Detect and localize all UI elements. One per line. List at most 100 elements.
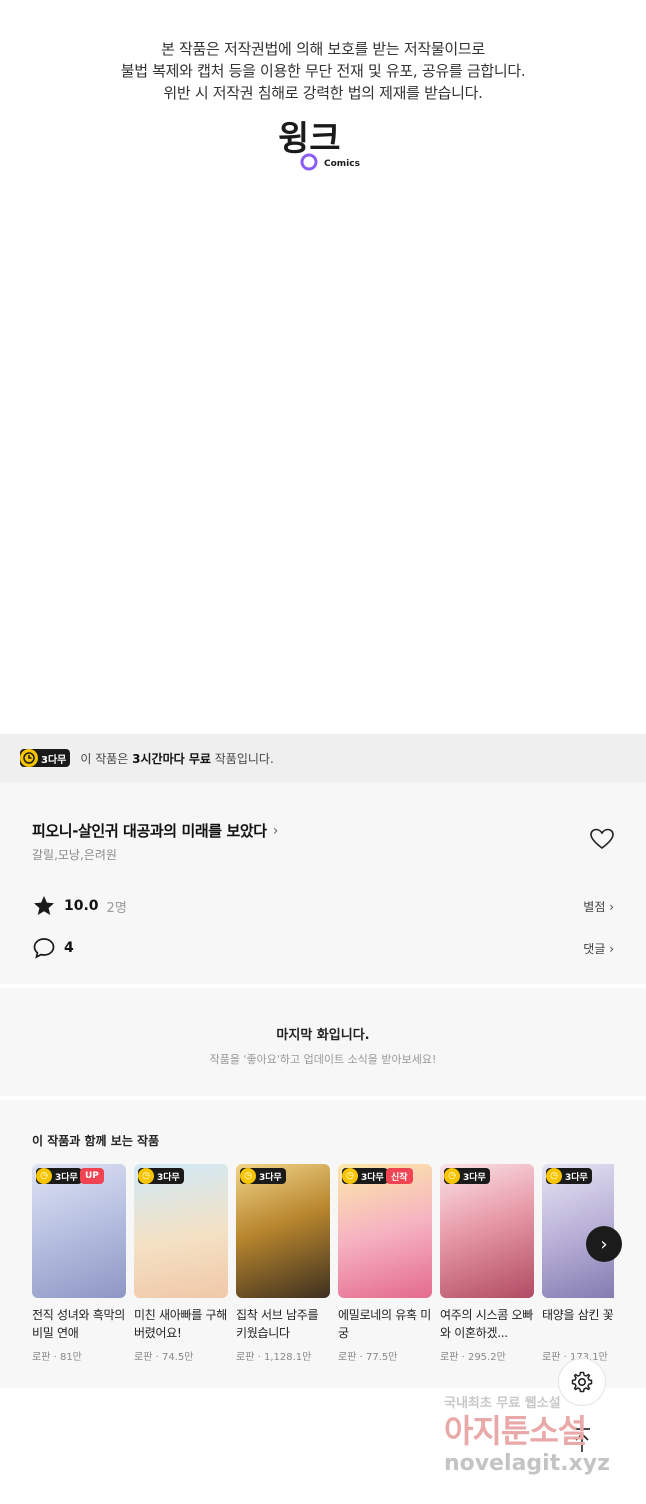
comments-count: 4 <box>64 940 74 956</box>
watermark-line-3: novelagit.xyz <box>444 1451 610 1476</box>
notice-line-3: 위반 시 저작권 침해로 강력한 법의 제재를 받습니다. <box>163 84 483 102</box>
banner-text-bold: 3시간마다 무료 <box>132 751 211 766</box>
card-views: 74.5만 <box>161 1352 194 1363</box>
rating-row: 10.0 2명 별점 › <box>32 893 614 919</box>
clock-icon <box>20 749 38 767</box>
card-meta: 로판 · 81만 <box>32 1352 82 1363</box>
heart-icon[interactable] <box>590 828 614 850</box>
card-genre: 로판 <box>32 1352 51 1363</box>
watermark-line-1: 국내최초 무료 웹소설 <box>444 1396 561 1411</box>
recommend-card[interactable]: ◷ 3다무 태양을 삼킨 꽃 로판 · 173.1만 <box>542 1164 614 1363</box>
card-genre: 로판 <box>134 1352 153 1363</box>
card-views: 1,128.1만 <box>263 1352 312 1363</box>
card-title: 미친 새아빠를 구해버렸어요! <box>134 1308 227 1340</box>
card-meta: 로판 · 1,128.1만 <box>236 1352 312 1363</box>
card-views: 77.5만 <box>365 1352 398 1363</box>
recommend-card[interactable]: ◷ 3다무 여주의 시스콤 오빠와 이혼하겠... 로판 · 295.2만 <box>440 1164 534 1363</box>
recommend-card[interactable]: ◷ 3다무 신작 에밀로네의 유혹 미궁 로판 · 77.5만 <box>338 1164 432 1363</box>
logo-main-text: 윙크 <box>278 119 341 159</box>
cover-image: ◷ 3다무 UP <box>32 1164 126 1298</box>
new-tag: 신작 <box>386 1168 413 1184</box>
work-title-link[interactable]: 피오니-살인귀 대공과의 미래를 보았다 › <box>32 820 278 841</box>
three-da-mu-badge: ◷ 3다무 <box>36 1168 82 1184</box>
badge-label: 3다무 <box>157 1172 180 1183</box>
recommend-card[interactable]: ◷ 3다무 미친 새아빠를 구해버렸어요! 로판 · 74.5만 <box>134 1164 228 1363</box>
work-authors: 갈릴,모낭,은려원 <box>32 848 117 862</box>
cover-image: ◷ 3다무 <box>134 1164 228 1298</box>
badge-label: 3다무 <box>41 754 67 766</box>
chevron-right-icon: › <box>600 1233 608 1255</box>
banner-text-post: 작품입니다. <box>210 751 274 766</box>
last-episode-sub: 작품을 '좋아요'하고 업데이트 소식을 받아보세요! <box>209 1053 437 1066</box>
three-da-mu-badge: ◷ 3다무 <box>138 1168 184 1184</box>
up-tag: UP <box>80 1168 104 1184</box>
clock-icon: ◷ <box>444 1168 460 1184</box>
cover-image: ◷ 3다무 신작 <box>338 1164 432 1298</box>
badge-label: 3다무 <box>565 1172 588 1183</box>
badge-label: 3다무 <box>55 1172 78 1183</box>
comments-row: 4 댓글 › <box>32 935 614 961</box>
recommend-list: ◷ 3다무 UP 전직 성녀와 흑막의 비밀 연애 로판 · 81만 ◷ 3다무 미… <box>32 1164 614 1374</box>
work-info: 피오니-살인귀 대공과의 미래를 보았다 › 갈릴,모낭,은려원 10.0 2명… <box>0 782 646 984</box>
card-title: 여주의 시스콤 오빠와 이혼하겠... <box>440 1308 533 1340</box>
rating-link[interactable]: 별점 › <box>583 898 614 915</box>
comment-icon <box>33 938 55 959</box>
cover-image: ◷ 3다무 <box>440 1164 534 1298</box>
recommend-card[interactable]: ◷ 3다무 집착 서브 남주를 키웠습니다 로판 · 1,128.1만 <box>236 1164 330 1363</box>
card-title: 전직 성녀와 흑막의 비밀 연애 <box>32 1308 125 1340</box>
last-episode-section: 마지막 화입니다. 작품을 '좋아요'하고 업데이트 소식을 받아보세요! <box>0 988 646 1096</box>
three-da-mu-badge: ◷ 3다무 <box>240 1168 286 1184</box>
clock-icon: ◷ <box>546 1168 562 1184</box>
scroll-top-button[interactable] <box>566 1420 598 1460</box>
badge-label: 3다무 <box>361 1172 384 1183</box>
last-episode-heading: 마지막 화입니다. <box>276 1028 370 1043</box>
three-da-mu-badge: ◷ 3다무 <box>342 1168 388 1184</box>
card-genre: 로판 <box>236 1352 255 1363</box>
clock-icon: ◷ <box>138 1168 154 1184</box>
notice-line-2: 불법 복제와 캡처 등을 이용한 무단 전재 및 유포, 공유를 금합니다. <box>120 62 526 80</box>
card-title: 에밀로네의 유혹 미궁 <box>338 1308 431 1340</box>
chevron-right-icon: › <box>272 822 279 839</box>
star-icon <box>34 896 54 915</box>
card-meta: 로판 · 295.2만 <box>440 1352 506 1363</box>
recommend-card[interactable]: ◷ 3다무 UP 전직 성녀와 흑막의 비밀 연애 로판 · 81만 <box>32 1164 126 1363</box>
clock-icon: ◷ <box>36 1168 52 1184</box>
three-da-mu-badge: 3다무 <box>20 749 71 767</box>
three-da-mu-badge: ◷ 3다무 <box>444 1168 490 1184</box>
wink-comics-logo: 윙크 Comics <box>276 112 372 174</box>
copyright-notice: 본 작품은 저작권법에 의해 보호를 받는 저작물이므로 불법 복제와 캡처 등… <box>0 38 646 104</box>
notice-line-1: 본 작품은 저작권법에 의해 보호를 받는 저작물이므로 <box>161 40 485 58</box>
watermark-line-2: 아지툰소설 <box>444 1412 587 1450</box>
free-banner-text: 이 작품은 3시간마다 무료 작품입니다. <box>80 750 273 767</box>
carousel-next-button[interactable]: › <box>586 1226 622 1262</box>
work-title: 피오니-살인귀 대공과의 미래를 보았다 <box>32 822 267 840</box>
cover-image: ◷ 3다무 <box>236 1164 330 1298</box>
rating-value: 10.0 <box>64 898 99 914</box>
recommend-title: 이 작품과 함께 보는 작품 <box>32 1134 160 1148</box>
arrow-up-icon <box>574 1428 590 1452</box>
rating-count: 2명 <box>106 900 127 916</box>
card-views: 295.2만 <box>467 1352 506 1363</box>
card-meta: 로판 · 74.5만 <box>134 1352 194 1363</box>
banner-text-pre: 이 작품은 <box>80 751 133 766</box>
card-genre: 로판 <box>440 1352 459 1363</box>
comments-link[interactable]: 댓글 › <box>583 940 614 957</box>
card-genre: 로판 <box>338 1352 357 1363</box>
card-title: 집착 서브 남주를 키웠습니다 <box>236 1308 319 1340</box>
clock-icon: ◷ <box>240 1168 256 1184</box>
card-views: 81만 <box>59 1352 82 1363</box>
watermark: 국내최초 무료 웹소설 아지툰소설 novelagit.xyz <box>444 1392 634 1477</box>
badge-label: 3다무 <box>259 1172 282 1183</box>
three-da-mu-badge: ◷ 3다무 <box>546 1168 592 1184</box>
clock-icon: ◷ <box>342 1168 358 1184</box>
recommend-section: 이 작품과 함께 보는 작품 ◷ 3다무 UP 전직 성녀와 흑막의 비밀 연애 … <box>0 1100 646 1388</box>
badge-label: 3다무 <box>463 1172 486 1183</box>
settings-button[interactable] <box>558 1358 606 1406</box>
card-meta: 로판 · 77.5만 <box>338 1352 398 1363</box>
card-title: 태양을 삼킨 꽃 <box>542 1308 614 1322</box>
logo-sub-text: Comics <box>324 159 360 169</box>
rating-link-label: 별점 <box>583 899 606 914</box>
free-banner: 3다무 이 작품은 3시간마다 무료 작품입니다. <box>0 734 646 782</box>
gear-icon <box>571 1371 593 1393</box>
comments-link-label: 댓글 <box>583 941 606 956</box>
